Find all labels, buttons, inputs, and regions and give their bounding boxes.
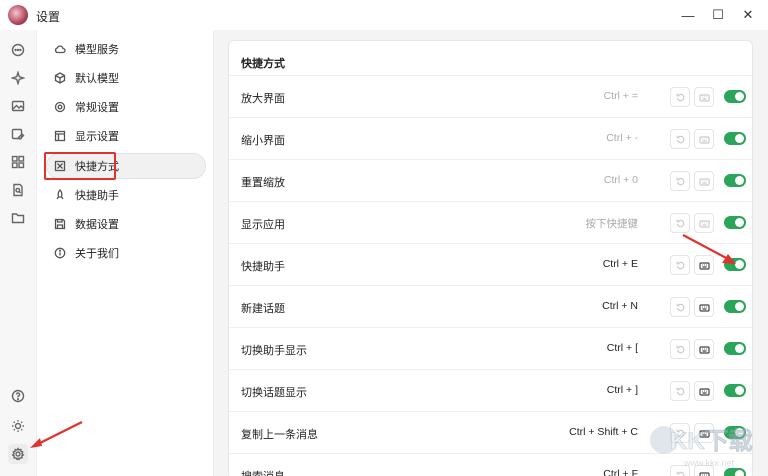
settings-icon[interactable] (8, 444, 28, 464)
reset-icon[interactable] (670, 213, 690, 233)
shortcut-row: 显示应用 按下快捷键 (229, 202, 752, 244)
shortcut-key[interactable]: Ctrl + [ (607, 342, 638, 354)
shortcut-toggle[interactable] (724, 342, 746, 355)
reset-icon[interactable] (670, 129, 690, 149)
shortcut-key[interactable]: Ctrl + = (604, 90, 638, 102)
shortcut-toggle[interactable] (724, 90, 746, 103)
keyboard-icon[interactable] (694, 339, 714, 359)
shortcut-row: 切换助手显示 Ctrl + [ (229, 328, 752, 370)
shortcut-name: 搜索消息 (241, 468, 285, 476)
shortcut-name: 切换话题显示 (241, 387, 307, 399)
sparkle-icon[interactable] (8, 68, 28, 88)
image-icon[interactable] (8, 96, 28, 116)
window-title: 设置 (36, 10, 61, 24)
shortcut-name: 新建话题 (241, 303, 285, 315)
shortcut-key[interactable]: Ctrl + F (603, 468, 638, 476)
title-bar: 设置 — ☐ ✕ (0, 0, 768, 30)
shortcut-name: 显示应用 (241, 219, 285, 231)
keyboard-icon[interactable] (694, 381, 714, 401)
shortcut-key[interactable]: Ctrl + Shift + C (569, 426, 638, 438)
sidebar-item-label: 默认模型 (75, 73, 119, 85)
svg-text:www.kkx.net: www.kkx.net (683, 458, 735, 468)
app-logo (8, 5, 28, 25)
shortcuts-panel: 快捷方式 放大界面 Ctrl + = 缩小界面 Ctrl + - 重置缩放 Ctrl + … (228, 40, 753, 476)
reset-icon[interactable] (670, 297, 690, 317)
sidebar-item-label: 快捷助手 (75, 190, 119, 202)
sidebar-item-model-service[interactable]: 模型服务 (47, 36, 207, 62)
sun-icon[interactable] (8, 416, 28, 436)
keyboard-icon[interactable] (694, 213, 714, 233)
sidebar-item-label: 关于我们 (75, 248, 119, 260)
keyboard-icon[interactable] (694, 129, 714, 149)
shortcut-key[interactable]: Ctrl + ] (607, 384, 638, 396)
shortcut-row: 缩小界面 Ctrl + - (229, 118, 752, 160)
close-button[interactable]: ✕ (734, 5, 762, 25)
shortcut-row: 切换话题显示 Ctrl + ] (229, 370, 752, 412)
reset-icon[interactable] (670, 171, 690, 191)
shortcut-toggle[interactable] (724, 132, 746, 145)
rocket-icon (53, 188, 67, 202)
shortcut-key[interactable]: Ctrl + 0 (604, 174, 638, 186)
sidebar-item-label: 显示设置 (75, 131, 119, 143)
shortcut-toggle[interactable] (724, 300, 746, 313)
search-doc-icon[interactable] (8, 180, 28, 200)
info-icon (53, 246, 67, 260)
shortcut-name: 缩小界面 (241, 135, 285, 147)
shortcut-name: 放大界面 (241, 93, 285, 105)
shortcut-key[interactable]: Ctrl + E (603, 258, 638, 270)
shortcut-row: 新建话题 Ctrl + N (229, 286, 752, 328)
shortcut-toggle[interactable] (724, 174, 746, 187)
sidebar-item-data[interactable]: 数据设置 (47, 211, 207, 237)
shortcut-toggle[interactable] (724, 384, 746, 397)
folder-icon[interactable] (8, 208, 28, 228)
annotation-arrow-settings (30, 421, 83, 448)
sidebar-item-label: 数据设置 (75, 219, 119, 231)
help-icon[interactable] (8, 386, 28, 406)
watermark-logo: KK下载 www.kkx.net (646, 416, 766, 472)
sidebar-item-quick-assistant[interactable]: 快捷助手 (47, 182, 207, 208)
gear-icon (53, 100, 67, 114)
shortcut-key[interactable]: Ctrl + N (602, 300, 638, 312)
svg-text:KK下载: KK下载 (670, 428, 753, 455)
panel-title: 快捷方式 (241, 58, 285, 70)
minimize-button[interactable]: — (674, 5, 702, 25)
sidebar-item-default-model[interactable]: 默认模型 (47, 65, 207, 91)
settings-sidebar: 模型服务 默认模型 常规设置 显示设置 快捷方式 快捷助手 数据设置 关于我们 (36, 30, 214, 476)
shortcut-row: 放大界面 Ctrl + = (229, 76, 752, 118)
icon-bar (0, 30, 36, 476)
sidebar-item-about[interactable]: 关于我们 (47, 240, 207, 266)
annotation-arrow-toggle (682, 234, 736, 264)
shortcut-name: 快捷助手 (241, 261, 285, 273)
sidebar-item-label: 常规设置 (75, 102, 119, 114)
sidebar-item-general[interactable]: 常规设置 (47, 94, 207, 120)
keyboard-icon[interactable] (694, 297, 714, 317)
annotation-highlight-box (44, 152, 116, 180)
save-icon (53, 217, 67, 231)
shortcut-row: 快捷助手 Ctrl + E (229, 244, 752, 286)
shortcut-row: 重置缩放 Ctrl + 0 (229, 160, 752, 202)
keyboard-icon[interactable] (694, 87, 714, 107)
sidebar-item-display[interactable]: 显示设置 (47, 123, 207, 149)
sidebar-item-label: 模型服务 (75, 44, 119, 56)
keyboard-icon[interactable] (694, 171, 714, 191)
reset-icon[interactable] (670, 87, 690, 107)
shortcut-key[interactable]: Ctrl + - (606, 132, 638, 144)
chat-icon[interactable] (8, 40, 28, 60)
apps-icon[interactable] (8, 152, 28, 172)
layout-icon (53, 129, 67, 143)
shortcut-toggle[interactable] (724, 216, 746, 229)
reset-icon[interactable] (670, 381, 690, 401)
reset-icon[interactable] (670, 339, 690, 359)
shortcut-name: 复制上一条消息 (241, 429, 318, 441)
shortcut-name: 切换助手显示 (241, 345, 307, 357)
maximize-button[interactable]: ☐ (704, 5, 732, 25)
shortcut-key[interactable]: 按下快捷键 (586, 216, 639, 231)
cloud-icon (53, 42, 67, 56)
cube-icon (53, 71, 67, 85)
image-edit-icon[interactable] (8, 124, 28, 144)
shortcut-name: 重置缩放 (241, 177, 285, 189)
